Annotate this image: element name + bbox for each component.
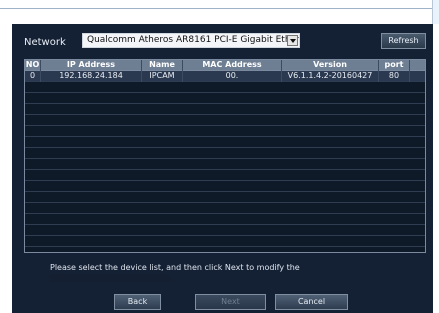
table-row[interactable] xyxy=(25,214,425,225)
table-row[interactable] xyxy=(25,148,425,159)
cell-spacer xyxy=(410,71,425,82)
network-adapter-value: Qualcomm Atheros AR8161 PCI-E Gigabit Et… xyxy=(87,35,300,45)
table-row[interactable] xyxy=(25,159,425,170)
col-spacer xyxy=(410,60,425,71)
table-row[interactable] xyxy=(25,137,425,148)
cancel-button[interactable]: Cancel xyxy=(275,294,348,310)
table-row[interactable] xyxy=(25,192,425,203)
next-button[interactable]: Next xyxy=(195,294,266,310)
table-row[interactable] xyxy=(25,115,425,126)
table-row[interactable] xyxy=(25,126,425,137)
table-row[interactable] xyxy=(25,203,425,214)
instruction-overflow-mask xyxy=(50,274,170,282)
cell-mac-address: 00. xyxy=(183,71,282,82)
cell-port: 80 xyxy=(379,71,410,82)
table-row[interactable] xyxy=(25,225,425,236)
col-no: NO xyxy=(25,60,41,71)
table-header-row: NO IP Address Name MAC Address Version p… xyxy=(25,60,425,71)
col-port: port xyxy=(379,60,410,71)
table-row[interactable] xyxy=(25,170,425,181)
table-row[interactable] xyxy=(25,104,425,115)
cell-name: IPCAM xyxy=(142,71,183,82)
cell-version: V6.1.1.4.2-20160427 xyxy=(282,71,379,82)
col-mac-address: MAC Address xyxy=(183,60,282,71)
col-ip-address: IP Address xyxy=(41,60,142,71)
col-version: Version xyxy=(282,60,379,71)
table-row[interactable]: 0 192.168.24.184 IPCAM 00. V6.1.1.4.2-20… xyxy=(25,71,425,82)
cell-ip-address: 192.168.24.184 xyxy=(41,71,142,82)
refresh-button[interactable]: Refresh xyxy=(381,33,426,49)
instruction-text: Please select the device list, and then … xyxy=(50,263,300,272)
table-row[interactable] xyxy=(25,93,425,104)
device-table: NO IP Address Name MAC Address Version p… xyxy=(24,59,426,253)
window-top-strip xyxy=(0,0,439,9)
table-row[interactable] xyxy=(25,181,425,192)
table-row[interactable] xyxy=(25,82,425,93)
table-row[interactable] xyxy=(25,236,425,247)
chevron-down-icon[interactable] xyxy=(287,35,298,46)
network-label: Network xyxy=(24,37,66,48)
network-adapter-select[interactable]: Qualcomm Atheros AR8161 PCI-E Gigabit Et… xyxy=(82,33,300,48)
back-button[interactable]: Back xyxy=(114,294,161,310)
col-name: Name xyxy=(142,60,183,71)
table-row[interactable] xyxy=(25,247,425,252)
window-right-strip xyxy=(432,0,439,24)
cell-no: 0 xyxy=(25,71,41,82)
